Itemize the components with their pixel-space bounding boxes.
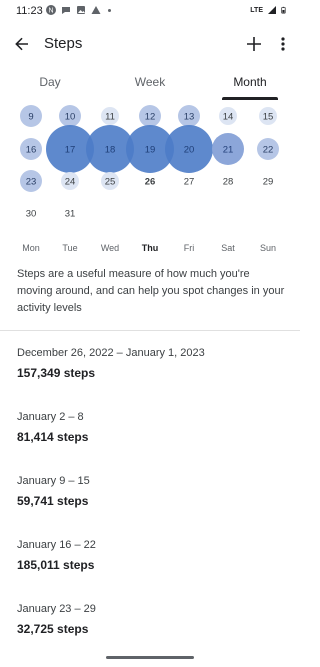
more-vert-icon <box>281 37 285 51</box>
day-number[interactable]: 14 <box>223 112 234 123</box>
day-number[interactable]: 21 <box>223 145 234 156</box>
weekday-label: Wed <box>100 243 120 253</box>
week-steps: 185,011 steps <box>17 558 95 572</box>
system-icons: LTE <box>250 5 288 15</box>
day-number-today[interactable]: 26 <box>145 177 156 188</box>
image-icon <box>77 6 85 14</box>
day-number[interactable]: 24 <box>65 177 76 188</box>
week-summary-item[interactable]: January 23 – 29 32,725 steps <box>17 603 287 636</box>
battery-icon <box>281 6 286 14</box>
more-options-button[interactable] <box>272 30 294 58</box>
week-summary-item[interactable]: January 9 – 15 59,741 steps <box>17 475 287 508</box>
day-number[interactable]: 11 <box>105 112 115 123</box>
week-range: December 26, 2022 – January 1, 2023 <box>17 347 205 359</box>
notification-icons: N <box>46 5 111 15</box>
back-button[interactable] <box>8 30 36 58</box>
back-arrow-icon <box>15 37 28 51</box>
weekday-label: Mon <box>22 243 40 253</box>
day-number[interactable]: 12 <box>145 112 156 123</box>
signal-icon <box>268 6 276 14</box>
day-number[interactable]: 18 <box>105 145 116 156</box>
week-range: January 9 – 15 <box>17 475 90 487</box>
message-icon <box>62 7 70 14</box>
network-type: LTE <box>250 6 263 14</box>
warning-icon <box>91 6 101 14</box>
day-number[interactable]: 20 <box>184 145 195 156</box>
weekday-labels: Mon Tue Wed Thu Fri Sat Sun <box>0 243 300 257</box>
tab-week[interactable]: Week <box>100 64 200 100</box>
week-steps: 81,414 steps <box>17 430 89 444</box>
page-title: Steps <box>44 35 83 52</box>
status-bar: 11:23 N LTE <box>0 0 300 24</box>
calendar-grid: 9 10 11 12 13 14 15 16 17 18 19 20 21 22 23 24 25 26 27 28 2… <box>20 105 279 220</box>
day-number[interactable]: 19 <box>145 145 156 156</box>
week-range: January 16 – 22 <box>17 539 96 551</box>
day-number[interactable]: 29 <box>263 177 274 188</box>
add-button[interactable] <box>240 30 268 58</box>
week-steps: 157,349 steps <box>17 366 96 380</box>
notification-n-icon: N <box>46 5 56 15</box>
divider <box>0 330 300 331</box>
week-summary-item[interactable]: December 26, 2022 – January 1, 2023 157,… <box>17 347 287 380</box>
gesture-nav-handle[interactable] <box>106 656 194 659</box>
day-number[interactable]: 23 <box>26 177 37 188</box>
day-number[interactable]: 30 <box>26 209 37 220</box>
weekday-label-today: Thu <box>141 243 159 253</box>
day-number[interactable]: 17 <box>65 145 76 156</box>
day-number[interactable]: 27 <box>184 177 195 188</box>
weekday-label: Fri <box>183 243 195 253</box>
add-icon <box>247 37 261 51</box>
period-tabs: Day Week Month <box>0 64 300 100</box>
weekday-label: Tue <box>62 243 78 253</box>
weekday-label: Sun <box>259 243 276 253</box>
day-number[interactable]: 10 <box>65 112 76 123</box>
steps-description: Steps are a useful measure of how much y… <box>17 268 285 314</box>
more-notifications-dot-icon <box>108 8 111 12</box>
status-time: 11:23 <box>16 5 43 17</box>
week-steps: 32,725 steps <box>17 622 89 636</box>
day-number[interactable]: 15 <box>263 112 274 123</box>
week-range: January 23 – 29 <box>17 603 96 615</box>
day-number[interactable]: 31 <box>65 209 76 220</box>
day-number[interactable]: 25 <box>105 177 116 188</box>
week-steps: 59,741 steps <box>17 494 89 508</box>
day-number[interactable]: 9 <box>28 112 33 123</box>
weekday-label: Sat <box>221 243 235 253</box>
day-number[interactable]: 22 <box>263 145 274 156</box>
day-number[interactable]: 28 <box>223 177 234 188</box>
month-calendar: 9 10 11 12 13 14 15 16 17 18 19 20 21 22 23 24 25 26 27 28 2… <box>0 100 300 240</box>
tab-day[interactable]: Day <box>0 64 100 100</box>
week-summary-item[interactable]: January 16 – 22 185,011 steps <box>17 539 287 572</box>
week-summary-item[interactable]: January 2 – 8 81,414 steps <box>17 411 287 444</box>
day-number[interactable]: 16 <box>26 145 37 156</box>
svg-text:N: N <box>48 8 53 15</box>
tab-month[interactable]: Month <box>200 64 300 100</box>
app-bar: Steps <box>0 24 300 64</box>
week-range: January 2 – 8 <box>17 411 84 423</box>
day-number[interactable]: 13 <box>184 112 195 123</box>
